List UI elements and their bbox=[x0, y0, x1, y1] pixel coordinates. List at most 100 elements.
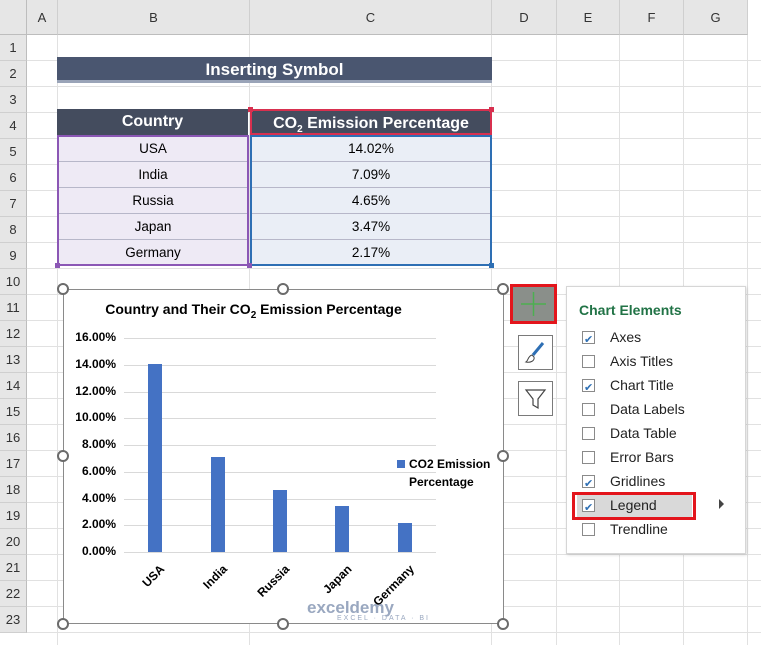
x-tick-label: USA bbox=[139, 562, 168, 590]
y-tick-label: 6.00% bbox=[81, 463, 116, 478]
bar-germany[interactable] bbox=[397, 522, 412, 552]
column-header-a[interactable]: A bbox=[27, 0, 58, 35]
x-tick-label: India bbox=[199, 562, 230, 592]
chart-element-label: Error Bars bbox=[610, 449, 674, 465]
row-header-19[interactable]: 19 bbox=[0, 503, 27, 529]
chart-element-gridlines[interactable]: Gridlines bbox=[582, 470, 742, 495]
header-emission-post: Emission Percentage bbox=[302, 115, 469, 132]
selection-handle[interactable] bbox=[247, 263, 252, 268]
chart-resize-handle[interactable] bbox=[57, 618, 69, 630]
row-header-8[interactable]: 8 bbox=[0, 217, 27, 243]
chart-element-error-bars[interactable]: Error Bars bbox=[582, 446, 742, 468]
chart-element-axis-titles[interactable]: Axis Titles bbox=[582, 350, 742, 372]
row-header-21[interactable]: 21 bbox=[0, 555, 27, 581]
checkbox[interactable] bbox=[582, 473, 595, 495]
column-header-b[interactable]: B bbox=[58, 0, 250, 35]
row-header-9[interactable]: 9 bbox=[0, 243, 27, 269]
chart-element-label: Axis Titles bbox=[610, 353, 674, 369]
row-header-15[interactable]: 15 bbox=[0, 399, 27, 425]
row-header-3[interactable]: 3 bbox=[0, 87, 27, 113]
checkbox[interactable] bbox=[582, 451, 595, 464]
chart-element-data-labels[interactable]: Data Labels bbox=[582, 398, 742, 420]
legend-submenu-arrow-icon[interactable] bbox=[719, 499, 724, 509]
row-header-10[interactable]: 10 bbox=[0, 269, 27, 295]
y-tick-label: 4.00% bbox=[81, 490, 116, 505]
checkbox[interactable] bbox=[582, 523, 595, 536]
column-header-f[interactable]: F bbox=[620, 0, 684, 35]
chart-element-label: Data Labels bbox=[610, 401, 685, 417]
chart-title[interactable]: Country and Their CO2 Emission Percentag… bbox=[64, 301, 443, 321]
row-header-6[interactable]: 6 bbox=[0, 165, 27, 191]
exceldemy-logo: exceldemy EXCEL · DATA · BI bbox=[307, 598, 430, 622]
country-range-selection bbox=[57, 135, 249, 266]
chart-element-label: Chart Title bbox=[610, 377, 674, 393]
legend-line-1: CO2 Emission bbox=[409, 457, 491, 471]
selection-handle[interactable] bbox=[248, 107, 253, 112]
header-country[interactable]: Country bbox=[57, 109, 248, 135]
row-header-18[interactable]: 18 bbox=[0, 477, 27, 503]
chart-resize-handle[interactable] bbox=[497, 450, 509, 462]
chart-elements-button[interactable] bbox=[510, 284, 557, 324]
chart-title-post: Emission Percentage bbox=[256, 301, 402, 317]
column-header-d[interactable]: D bbox=[492, 0, 557, 35]
row-header-4[interactable]: 4 bbox=[0, 113, 27, 139]
row-header-1[interactable]: 1 bbox=[0, 35, 27, 61]
row-header-23[interactable]: 23 bbox=[0, 607, 27, 633]
chart-element-label: Gridlines bbox=[610, 473, 666, 489]
row-header-12[interactable]: 12 bbox=[0, 321, 27, 347]
y-gridline bbox=[124, 391, 436, 393]
y-tick-label: 12.00% bbox=[75, 383, 116, 398]
row-gridline bbox=[27, 86, 761, 87]
checkbox[interactable] bbox=[582, 403, 595, 416]
selection-handle[interactable] bbox=[489, 263, 494, 268]
chart-resize-handle[interactable] bbox=[277, 283, 289, 295]
legend[interactable]: CO2 Emission Percentage bbox=[397, 455, 507, 491]
row-header-11[interactable]: 11 bbox=[0, 295, 27, 321]
row-header-22[interactable]: 22 bbox=[0, 581, 27, 607]
chart-element-data-table[interactable]: Data Table bbox=[582, 422, 742, 444]
header-emission[interactable]: CO2 Emission Percentage bbox=[250, 109, 492, 135]
row-header-5[interactable]: 5 bbox=[0, 139, 27, 165]
row-header-20[interactable]: 20 bbox=[0, 529, 27, 555]
legend-item-annotation bbox=[572, 492, 696, 520]
chart-area[interactable]: Country and Their CO2 Emission Percentag… bbox=[63, 289, 504, 624]
checkbox[interactable] bbox=[582, 355, 595, 368]
checkbox[interactable] bbox=[582, 427, 595, 440]
title-cell[interactable]: Inserting Symbol bbox=[57, 57, 492, 83]
column-header-e[interactable]: E bbox=[557, 0, 620, 35]
chart-styles-button[interactable] bbox=[518, 335, 553, 370]
row-header-7[interactable]: 7 bbox=[0, 191, 27, 217]
selection-handle[interactable] bbox=[55, 263, 60, 268]
chart-resize-handle[interactable] bbox=[497, 283, 509, 295]
bar-russia[interactable] bbox=[273, 489, 287, 552]
row-header-14[interactable]: 14 bbox=[0, 373, 27, 399]
chart-resize-handle[interactable] bbox=[57, 450, 69, 462]
y-gridline bbox=[124, 338, 436, 339]
y-tick-label: 10.00% bbox=[75, 410, 116, 425]
row-header-2[interactable]: 2 bbox=[0, 61, 27, 87]
x-tick-label: Japan bbox=[319, 562, 355, 597]
corner-cell[interactable] bbox=[0, 0, 27, 35]
bar-usa[interactable] bbox=[148, 364, 163, 552]
filter-icon bbox=[524, 389, 547, 410]
chart-element-trendline[interactable]: Trendline bbox=[582, 518, 742, 540]
chart-resize-handle[interactable] bbox=[277, 618, 289, 630]
chart-element-label: Axes bbox=[610, 329, 642, 345]
chart-resize-handle[interactable] bbox=[497, 618, 509, 630]
bar-india[interactable] bbox=[210, 457, 225, 552]
checkbox[interactable] bbox=[582, 377, 595, 399]
y-tick-label: 8.00% bbox=[81, 437, 116, 451]
row-header-16[interactable]: 16 bbox=[0, 425, 27, 451]
checkbox[interactable] bbox=[582, 329, 595, 351]
bar-japan[interactable] bbox=[335, 505, 350, 552]
row-header-13[interactable]: 13 bbox=[0, 347, 27, 373]
chart-element-axes[interactable]: Axes bbox=[582, 326, 742, 351]
chart-element-label: Data Table bbox=[610, 425, 677, 441]
column-header-g[interactable]: G bbox=[684, 0, 748, 35]
chart-element-chart-title[interactable]: Chart Title bbox=[582, 374, 742, 399]
column-header-c[interactable]: C bbox=[250, 0, 492, 35]
chart-resize-handle[interactable] bbox=[57, 283, 69, 295]
chart-filters-button[interactable] bbox=[518, 381, 553, 416]
selection-handle[interactable] bbox=[489, 107, 494, 112]
row-header-17[interactable]: 17 bbox=[0, 451, 27, 477]
